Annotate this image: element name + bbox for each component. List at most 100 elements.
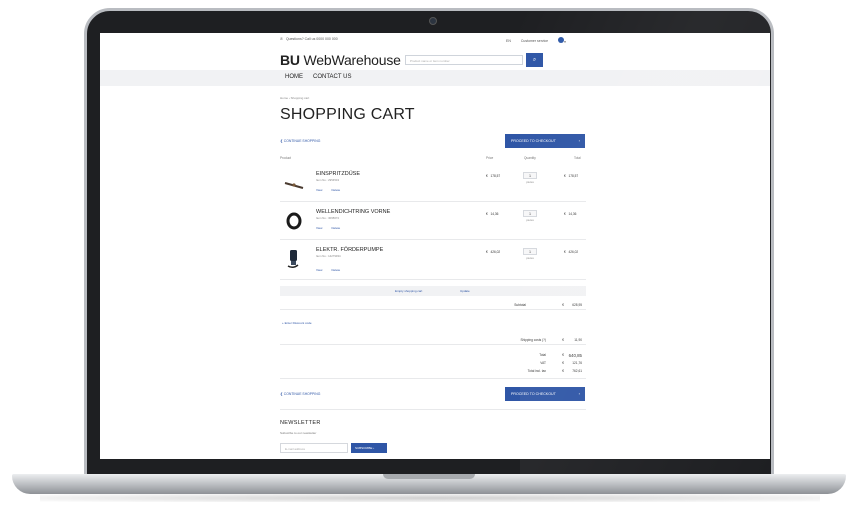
item-price: € 426,02 [486, 250, 500, 254]
item-total: € 178,57 [564, 174, 578, 178]
subscribe-label: SUBSCRIBE [355, 446, 373, 450]
item-actions: View Delete [316, 226, 340, 230]
item-name[interactable]: WELLENDICHTRING VORNE [316, 209, 390, 215]
cart-action-bar: Empty shopping cart Update [280, 286, 586, 296]
total-value: 14,36 [568, 212, 577, 216]
column-product: Product [280, 156, 291, 160]
item-name[interactable]: ELEKTR. FÖRDERPUMPE [316, 247, 383, 253]
currency: € [562, 338, 564, 342]
divider [280, 378, 586, 379]
logo[interactable]: BU WebWarehouse [280, 52, 401, 68]
newsletter-subtitle: Subscribe to our newsletter [280, 431, 317, 435]
checkout-button-bottom[interactable]: PROCEED TO CHECKOUT › [505, 387, 585, 401]
search-icon: ⌕ [532, 57, 537, 63]
pump-icon [287, 250, 299, 269]
delete-link[interactable]: Delete [331, 226, 340, 230]
item-total: € 14,36 [564, 212, 576, 216]
view-link[interactable]: View [316, 226, 322, 230]
chevron-right-icon: › [578, 391, 580, 396]
price-value: 14,36 [490, 212, 499, 216]
phone-icon: ✆ [280, 37, 283, 41]
phone-text: Questions? Call us 0000 000 000 [285, 37, 338, 41]
price-value: 178,57 [490, 174, 501, 178]
quantity-unit: pieces [526, 219, 534, 222]
phone-info: ✆ Questions? Call us 0000 000 000 [280, 37, 338, 41]
view-link[interactable]: View [316, 268, 322, 272]
currency: € [562, 361, 564, 365]
seal-ring-icon [286, 212, 302, 230]
item-number: Item No.: 14279934 [316, 254, 341, 258]
cart-item: EINSPRITZDÜSE Item No.: 2954543 View Del… [280, 164, 586, 202]
checkout-label: PROCEED TO CHECKOUT [511, 139, 556, 143]
empty-cart-link[interactable]: Empty shopping cart [395, 289, 422, 293]
chevron-right-icon: › [578, 138, 580, 143]
column-price: Price [486, 156, 494, 160]
laptop-notch [383, 474, 475, 479]
email-field[interactable]: E-mail address [280, 443, 348, 453]
continue-shopping-link-bottom[interactable]: ❮ CONTINUE SHOPPING [280, 392, 320, 396]
subscribe-button[interactable]: SUBSCRIBE › [351, 443, 387, 453]
vat-label: VAT [540, 361, 546, 365]
column-total: Total [574, 156, 581, 160]
nav-home[interactable]: HOME [285, 74, 303, 80]
total-incl-tax-value: 762,61 [572, 369, 582, 373]
nav-contact[interactable]: CONTACT US [313, 74, 351, 80]
currency: € [564, 212, 566, 216]
discount-code-link[interactable]: + Enter Discount code [282, 321, 312, 325]
vat-value: 121,76 [572, 361, 582, 365]
column-quantity: Quantity [524, 156, 536, 160]
cart-item: ELEKTR. FÖRDERPUMPE Item No.: 14279934 V… [280, 240, 586, 280]
view-link[interactable]: View [316, 188, 322, 192]
quantity-unit: pieces [526, 181, 534, 184]
currency: € [486, 250, 488, 254]
item-number: Item No.: 3095672 [316, 216, 340, 220]
account-menu[interactable]: ▾ [558, 37, 566, 44]
search-input[interactable]: Product name or item number [405, 55, 523, 65]
checkout-button-top[interactable]: PROCEED TO CHECKOUT › [505, 134, 585, 148]
quantity-input[interactable]: 1 [523, 210, 537, 217]
divider [280, 409, 586, 410]
shipping-value: 11,90 [574, 338, 582, 342]
delete-link[interactable]: Delete [331, 188, 340, 192]
total-label: Total [539, 353, 546, 357]
account-caret: ▾ [564, 40, 566, 44]
laptop-shadow [40, 494, 820, 502]
currency: € [486, 174, 488, 178]
logo-text: WebWarehouse [303, 52, 401, 68]
item-number: Item No.: 2954543 [316, 178, 340, 182]
currency: € [486, 212, 488, 216]
quantity-input[interactable]: 1 [523, 248, 537, 255]
item-name[interactable]: EINSPRITZDÜSE [316, 171, 360, 177]
item-total: € 426,02 [564, 250, 578, 254]
shipping-row: Shipping costs (?) € 11,90 [280, 335, 586, 345]
continue-shopping-link-top[interactable]: ❮ CONTINUE SHOPPING [280, 139, 320, 143]
customer-service-link[interactable]: Customer service [521, 39, 548, 43]
item-actions: View Delete [316, 188, 340, 192]
top-bar: ✆ Questions? Call us 0000 000 000 EN Cus… [100, 33, 770, 47]
cart-item: WELLENDICHTRING VORNE Item No.: 3095672 … [280, 202, 586, 240]
delete-link[interactable]: Delete [331, 268, 340, 272]
currency: € [564, 250, 566, 254]
chevron-right-icon: › [373, 446, 375, 450]
item-price: € 178,57 [486, 174, 500, 178]
nozzle-icon [284, 182, 304, 189]
currency: € [562, 369, 564, 373]
checkout-label: PROCEED TO CHECKOUT [511, 392, 556, 396]
currency: € [562, 353, 564, 357]
screen: ✆ Questions? Call us 0000 000 000 EN Cus… [100, 33, 770, 459]
item-price: € 14,36 [486, 212, 498, 216]
subtotal-row: Subtotal € 628,95 [280, 300, 586, 310]
language-selector[interactable]: EN [506, 39, 511, 43]
breadcrumb[interactable]: Home › Shopping cart [280, 96, 309, 100]
quantity-input[interactable]: 1 [523, 172, 537, 179]
update-cart-link[interactable]: Update [460, 289, 470, 293]
total-incl-tax-row: Total incl. tax € 762,61 [280, 366, 586, 376]
item-actions: View Delete [316, 268, 340, 272]
camera-icon [429, 17, 437, 25]
quantity-unit: pieces [526, 257, 534, 260]
shipping-label[interactable]: Shipping costs (?) [520, 338, 546, 342]
main-nav: HOME CONTACT US [100, 70, 770, 86]
search-button[interactable]: ⌕ [526, 53, 543, 67]
subtotal-label: Subtotal [514, 303, 526, 307]
total-value: 178,57 [568, 174, 579, 178]
